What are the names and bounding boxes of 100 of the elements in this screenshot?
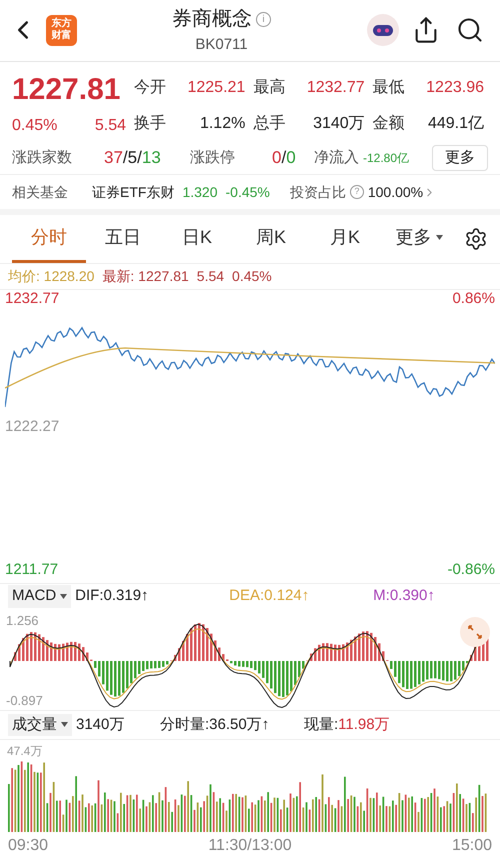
histogram-bar xyxy=(218,647,220,661)
indicator-selector[interactable]: 成交量 xyxy=(8,714,72,736)
stat-value: 449.1亿 xyxy=(426,114,485,134)
fund-label: 相关基金 xyxy=(12,182,68,202)
inflow-value: -12.80亿 xyxy=(363,150,410,168)
stat-label: 总手 xyxy=(253,114,286,134)
chart-tab[interactable]: 更多 xyxy=(382,214,456,263)
dif-value: DIF:0.319↑ xyxy=(75,586,150,606)
change-percent: 0.45% xyxy=(12,116,58,136)
axis-label: 47.4万 xyxy=(7,742,42,760)
histogram-bar xyxy=(86,652,88,661)
fund-price: 1.320 xyxy=(182,182,218,202)
inflow-label: 净流入 xyxy=(314,148,359,168)
chart-tab[interactable]: 月K xyxy=(308,214,382,263)
histogram-bar xyxy=(358,633,360,661)
histogram-bar xyxy=(230,660,232,664)
histogram-bar xyxy=(314,648,316,661)
histogram-bar xyxy=(338,644,340,661)
histogram-bar xyxy=(94,660,96,668)
histogram-bar xyxy=(426,660,428,680)
settings-icon[interactable] xyxy=(464,226,488,251)
histogram-bar xyxy=(334,644,336,661)
histogram-bar xyxy=(18,644,20,661)
histogram-bar xyxy=(430,660,432,678)
histogram-bar xyxy=(402,660,404,687)
stat-label: 今开 xyxy=(134,78,166,98)
histogram-bar xyxy=(346,642,348,661)
histogram-bar xyxy=(78,643,80,661)
page-title: 券商概念 xyxy=(172,7,252,32)
histogram-bar xyxy=(206,628,208,661)
histogram-bar xyxy=(326,642,328,661)
search-icon[interactable] xyxy=(456,16,484,44)
histogram-bar xyxy=(446,660,448,682)
histogram-bar xyxy=(350,640,352,661)
histogram-bar xyxy=(202,624,204,661)
histogram-bar xyxy=(290,660,292,692)
histogram-bar xyxy=(98,660,100,676)
histogram-bar xyxy=(318,644,320,661)
histogram-bar xyxy=(282,660,284,697)
last-price: 1227.81 xyxy=(12,72,122,108)
histogram-bar xyxy=(154,660,156,668)
axis-label: 1232.77 xyxy=(5,290,60,308)
histogram-bar xyxy=(458,660,460,676)
stat-value: 1225.21 xyxy=(186,78,246,98)
histogram-bar xyxy=(246,660,248,667)
histogram-bar xyxy=(42,636,44,661)
histogram-bar xyxy=(142,660,144,671)
limit-value: 0/0 xyxy=(272,147,297,170)
histogram-bar xyxy=(166,660,168,664)
histogram-bar xyxy=(366,630,368,661)
histogram-bar xyxy=(70,642,72,661)
stat-value: 1223.96 xyxy=(425,78,485,98)
time-label: 11:30/13:00 xyxy=(208,836,292,856)
share-value: 100.00% xyxy=(368,182,424,202)
change-value: 5.54 xyxy=(94,116,126,136)
average-price: 均价: 1228.20 xyxy=(8,267,94,286)
histogram-bar xyxy=(14,652,16,661)
histogram-bar xyxy=(438,660,440,679)
histogram-bar xyxy=(434,660,436,678)
stat-label: 换手 xyxy=(134,114,166,134)
stat-value: 1.12% xyxy=(198,114,246,134)
more-button[interactable]: 更多 xyxy=(432,145,488,172)
histogram-bar xyxy=(214,640,216,661)
histogram-bar xyxy=(118,660,120,696)
histogram-bar xyxy=(138,660,140,674)
chart-tab[interactable]: 日K xyxy=(160,214,234,263)
histogram-bar xyxy=(278,660,280,696)
histogram-bar xyxy=(114,660,116,696)
board-code: BK0711 xyxy=(195,35,248,56)
histogram-bar xyxy=(266,660,268,683)
histogram-bar xyxy=(258,660,260,674)
chart-tab[interactable]: 五日 xyxy=(86,214,160,263)
histogram-bar xyxy=(410,660,412,689)
histogram-bar xyxy=(342,644,344,661)
histogram-bar xyxy=(242,660,244,667)
histogram-bar xyxy=(106,660,108,690)
limit-label: 涨跌停 xyxy=(190,148,236,168)
chart-tab[interactable]: 分时 xyxy=(12,214,86,263)
chart-tab[interactable]: 周K xyxy=(234,214,308,263)
histogram-bar xyxy=(150,660,152,668)
histogram-bar xyxy=(274,660,276,693)
minute-volume: 分时量:36.50万↑ xyxy=(160,714,270,734)
m-value: M:0.390↑ xyxy=(373,586,435,606)
app-logo: 东方 财富 xyxy=(46,14,77,46)
histogram-bar xyxy=(450,660,452,682)
histogram-bar xyxy=(22,638,24,661)
fund-name[interactable]: 证券ETF东财 xyxy=(92,182,174,203)
histogram-bar xyxy=(286,660,288,696)
histogram-bar xyxy=(354,636,356,661)
latest-percent: 0.45% xyxy=(232,267,272,286)
histogram-bar xyxy=(374,636,376,661)
histogram-bar xyxy=(262,660,264,678)
stat-label: 最高 xyxy=(253,78,286,98)
axis-label: -0.86% xyxy=(447,561,495,580)
indicator-selector[interactable]: MACD xyxy=(8,585,72,608)
volume-total: 3140万 xyxy=(76,714,126,734)
robot-icon[interactable] xyxy=(366,13,400,48)
histogram-bar xyxy=(182,640,184,661)
stat-value: 1232.77 xyxy=(306,78,366,98)
expand-icon[interactable] xyxy=(460,616,490,647)
